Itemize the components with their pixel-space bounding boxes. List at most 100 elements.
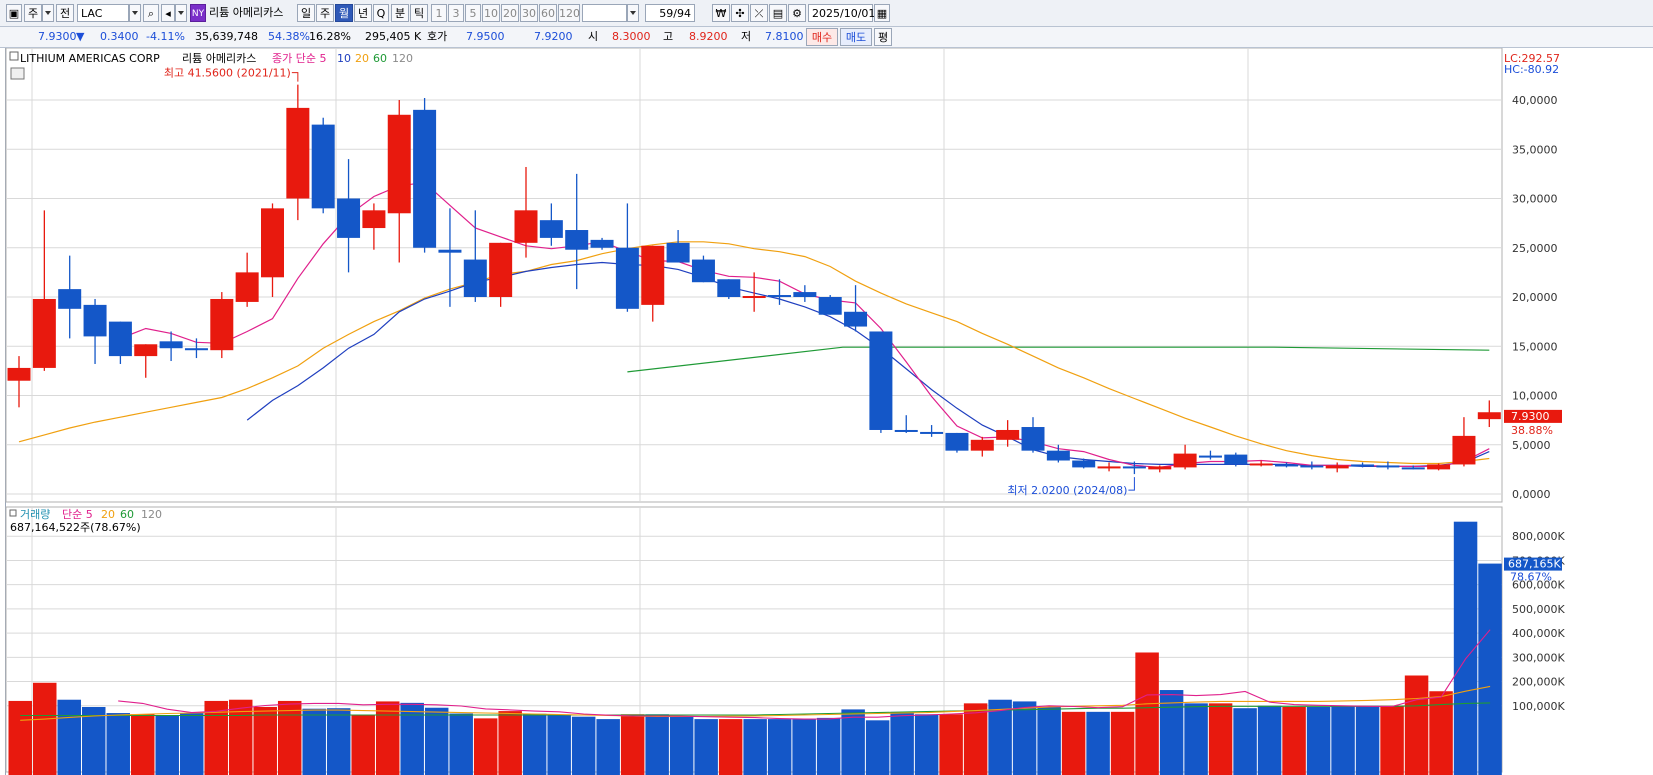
volume-bar-32 [792,719,816,775]
volume-tick-label-0: 800,000K [1512,530,1565,543]
grid [5,48,1503,775]
tab-day[interactable]: 일 [297,4,315,22]
candle-body-18 [463,259,487,297]
candle-body-12 [311,124,335,209]
quote-low: 7.8100 [765,30,804,43]
ma5-legend: 종가 단순 5 [272,52,326,65]
candle-body-34 [869,331,893,430]
candle-body-54 [1376,465,1400,468]
quote-change-pct: -4.11% [146,30,185,43]
prev-button[interactable]: 전 [56,4,74,22]
tab-quarter[interactable]: Q [373,4,389,22]
sell-button[interactable]: 매도 [840,28,872,46]
volume-bar-55 [1355,705,1380,775]
buy-button[interactable]: 매수 [806,28,838,46]
volume-bar-52 [1282,706,1306,775]
candle-body-39 [996,429,1020,440]
candle-body-29 [742,296,766,299]
volume-bar-21 [522,713,547,775]
candle-body-25 [641,245,665,305]
candle-body-16 [413,109,437,248]
symbol-input[interactable]: LAC [77,4,129,22]
search-icon[interactable]: ⌕ [143,4,159,22]
draw-line-icon[interactable]: ⤫ [750,4,768,22]
candle-body-2 [58,289,82,309]
speaker-dropdown-icon[interactable] [175,4,187,22]
currency-icon[interactable]: ₩ [712,4,730,22]
interval-30[interactable]: 30 [520,4,538,22]
price-tick-label-8: 0,0000 [1512,488,1551,501]
interval-60[interactable]: 60 [539,4,557,22]
candle-body-38 [970,439,994,451]
candle-body-27 [691,259,715,283]
candle-body-50 [1275,464,1298,467]
candle-body-55 [1401,467,1425,470]
volume-bar-19 [473,718,498,775]
tab-minute[interactable]: 분 [391,4,409,22]
quote-amount: 295,405 K [365,30,422,43]
tab-tick[interactable]: 틱 [410,4,428,22]
candle-body-10 [261,208,284,278]
chart-title-kr: 리튬 아메리카스 [182,52,256,65]
price-tick-label-4: 20,0000 [1512,291,1558,304]
volume-tick-label-3: 500,000K [1512,603,1565,616]
volume-bar-44 [1086,711,1110,775]
tab-year[interactable]: 년 [354,4,372,22]
save-icon[interactable]: ▤ [769,4,787,22]
interval-dropdown-icon[interactable] [627,4,639,22]
price-tick-label-2: 30,0000 [1512,193,1558,206]
interval-10[interactable]: 10 [482,4,500,22]
volume-ma5-legend: 단순 5 [62,508,93,521]
volume-bar-49 [1208,703,1233,775]
ma10-legend: 10 [337,52,351,65]
candle-body-28 [717,279,741,297]
candle-body-9 [235,272,259,302]
tab-month[interactable]: 월 [335,4,353,22]
period-dropdown-icon[interactable] [42,4,54,22]
stock-name: 리튬 아메리카스 [209,6,284,19]
current-price-label: 7.9300 [1511,410,1550,423]
volume-bar-51 [1257,705,1282,775]
candle-body-31 [793,292,817,297]
symbol-dropdown-icon[interactable] [129,4,141,22]
volume-bar-5 [130,714,155,775]
interval-3[interactable]: 3 [448,4,464,22]
page-counter: 59/94 [645,4,695,22]
interval-120[interactable]: 120 [558,4,580,22]
period-select[interactable]: 주 [24,4,42,22]
window-icon[interactable]: ▣ [6,4,22,22]
volume-bar-27 [669,716,694,775]
candle-body-22 [565,230,589,250]
volume-bar-4 [106,713,130,775]
quote-change: 0.3400 [100,30,139,43]
volume-tick-label-7: 100,000K [1512,700,1565,713]
average-button[interactable]: 평 [874,28,892,46]
candle-body-14 [362,210,386,229]
volume-bar-42 [1037,706,1061,775]
date-input[interactable]: 2025/10/01 [808,4,875,22]
current-pct-label: 38.88% [1511,424,1553,437]
interval-20[interactable]: 20 [501,4,519,22]
grid-toggle-icon[interactable] [10,67,25,80]
interval-5[interactable]: 5 [465,4,481,22]
volume-bar-26 [645,714,669,775]
ma60-legend: 60 [373,52,387,65]
high-label: 고 [663,30,674,43]
high-annotation: 최고 41.5600 (2021/11) [164,67,291,80]
settings-icon[interactable]: ⚙ [788,4,806,22]
candle-body-13 [337,198,361,238]
stock-chart[interactable]: LITHIUM AMERICAS CORP 리튬 아메리카스 종가 단순 5 1… [0,48,1653,775]
candle-body-47 [1198,455,1222,458]
candle-body-42 [1072,460,1096,468]
volume-ma20-legend: 20 [101,508,115,521]
candle-body-51 [1300,465,1324,468]
volume-bar-45 [1110,711,1135,775]
volume-bar-20 [498,711,522,775]
tab-week[interactable]: 주 [316,4,334,22]
interval-1[interactable]: 1 [431,4,447,22]
calendar-icon[interactable]: ▦ [874,4,890,22]
speaker-icon[interactable]: ◂ [161,4,175,22]
crosshair-icon[interactable]: ✣ [731,4,749,22]
price-tick-label-7: 5,0000 [1512,439,1551,452]
interval-input[interactable] [582,4,627,22]
